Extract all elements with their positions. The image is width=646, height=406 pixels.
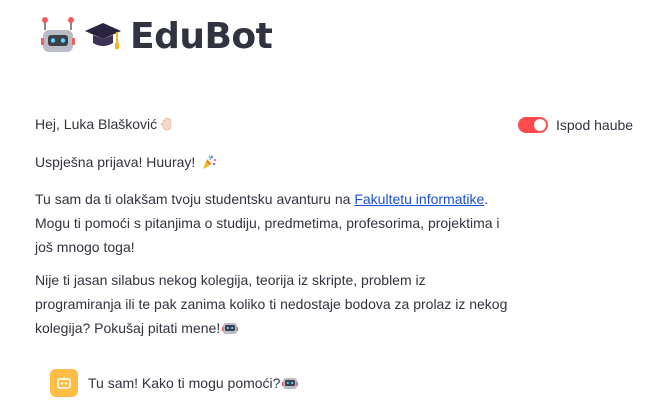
app-header: EduBot (40, 14, 273, 58)
login-success-text: Uspješna prijava! Huuray! (35, 150, 217, 174)
greeting-label: Hej, Luka Blašković (35, 116, 158, 132)
bot-icon (57, 376, 71, 389)
toggle-knob (534, 119, 546, 131)
assistant-chat-message: Tu sam! Kako ti mogu pomoći? (50, 369, 299, 397)
ispod-haube-toggle[interactable] (518, 117, 548, 133)
intro-text-before: Tu sam da ti olakšam tvoju studentsku av… (35, 191, 355, 207)
chat-message-label: Tu sam! Kako ti mogu pomoći? (88, 375, 281, 391)
offer-paragraph: Nije ti jasan silabus nekog kolegija, te… (35, 268, 515, 340)
offer-text: Nije ti jasan silabus nekog kolegija, te… (35, 272, 508, 336)
ispod-haube-toggle-group: Ispod haube (518, 117, 633, 133)
app-title: EduBot (130, 15, 273, 57)
robot-icon (222, 323, 239, 334)
waving-hand-icon (160, 117, 172, 131)
robot-icon (282, 378, 299, 389)
party-popper-icon (203, 155, 217, 169)
bot-avatar (50, 369, 78, 397)
success-label: Uspješna prijava! Huuray! (35, 154, 196, 170)
fakultet-informatike-link[interactable]: Fakultetu informatike (354, 191, 484, 207)
chat-message-text: Tu sam! Kako ti mogu pomoći? (88, 375, 299, 391)
graduation-cap-icon (85, 23, 121, 49)
robot-icon (41, 17, 75, 52)
intro-paragraph: Tu sam da ti olakšam tvoju studentsku av… (35, 187, 515, 259)
toggle-label: Ispod haube (556, 117, 634, 133)
greeting-text: Hej, Luka Blašković (35, 112, 175, 136)
